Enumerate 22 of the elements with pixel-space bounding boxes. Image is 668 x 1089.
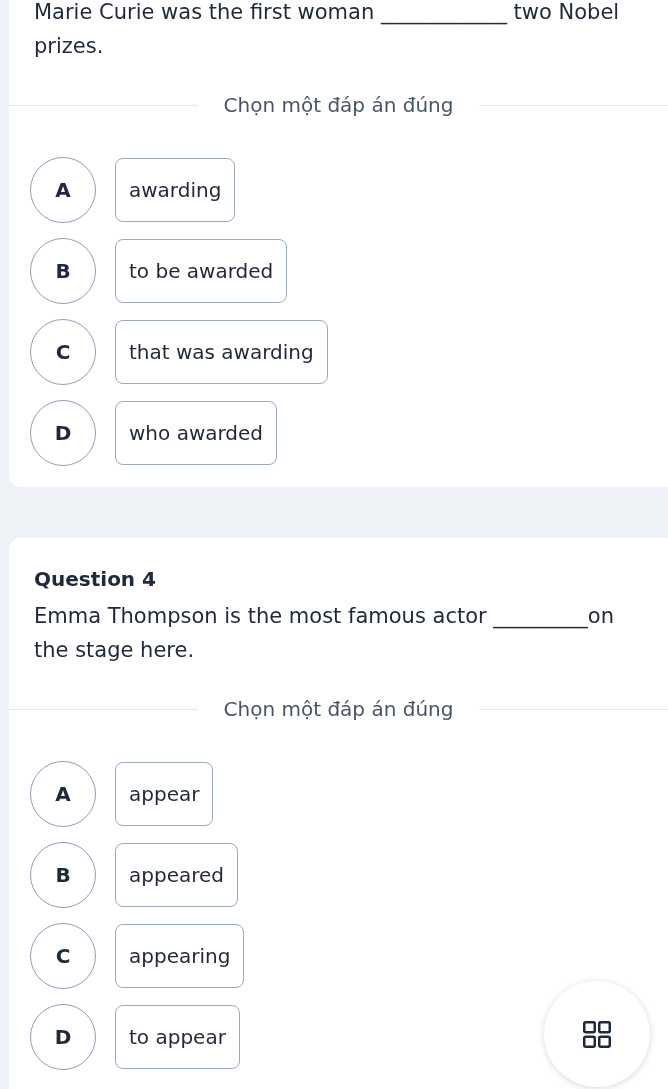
answer-option-button[interactable]: to be awarded	[115, 239, 288, 303]
option-letter-button[interactable]: A	[30, 761, 96, 827]
option-letter-button[interactable]: A	[30, 157, 96, 223]
answer-option-button[interactable]: appeared	[115, 843, 238, 907]
option-letter-button[interactable]: B	[30, 842, 96, 908]
instruction-text: Chọn một đáp án đúng	[222, 93, 455, 117]
grid-icon	[583, 1020, 611, 1048]
option-letter-button[interactable]: C	[30, 319, 96, 385]
answer-option-button[interactable]: awarding	[115, 158, 236, 222]
answer-option-button[interactable]: who awarded	[115, 401, 278, 465]
instruction-text: Chọn một đáp án đúng	[222, 697, 455, 721]
answer-option-button[interactable]: appear	[115, 762, 214, 826]
question-text: Marie Curie was the first woman ____________ two Nobel prizes.	[34, 0, 621, 60]
answer-option-button[interactable]: that was awarding	[115, 320, 328, 384]
answer-option-button[interactable]: to appear	[115, 1005, 240, 1069]
question-title: Question 4	[34, 566, 156, 592]
answer-option-button[interactable]: appearing	[115, 924, 245, 988]
option-letter-button[interactable]: D	[30, 1004, 96, 1070]
option-letter-button[interactable]: D	[30, 400, 96, 466]
option-letter-button[interactable]: C	[30, 923, 96, 989]
question-text: Emma Thompson is the most famous actor _________on the stage here.	[34, 603, 615, 664]
option-letter-button[interactable]: B	[30, 238, 96, 304]
